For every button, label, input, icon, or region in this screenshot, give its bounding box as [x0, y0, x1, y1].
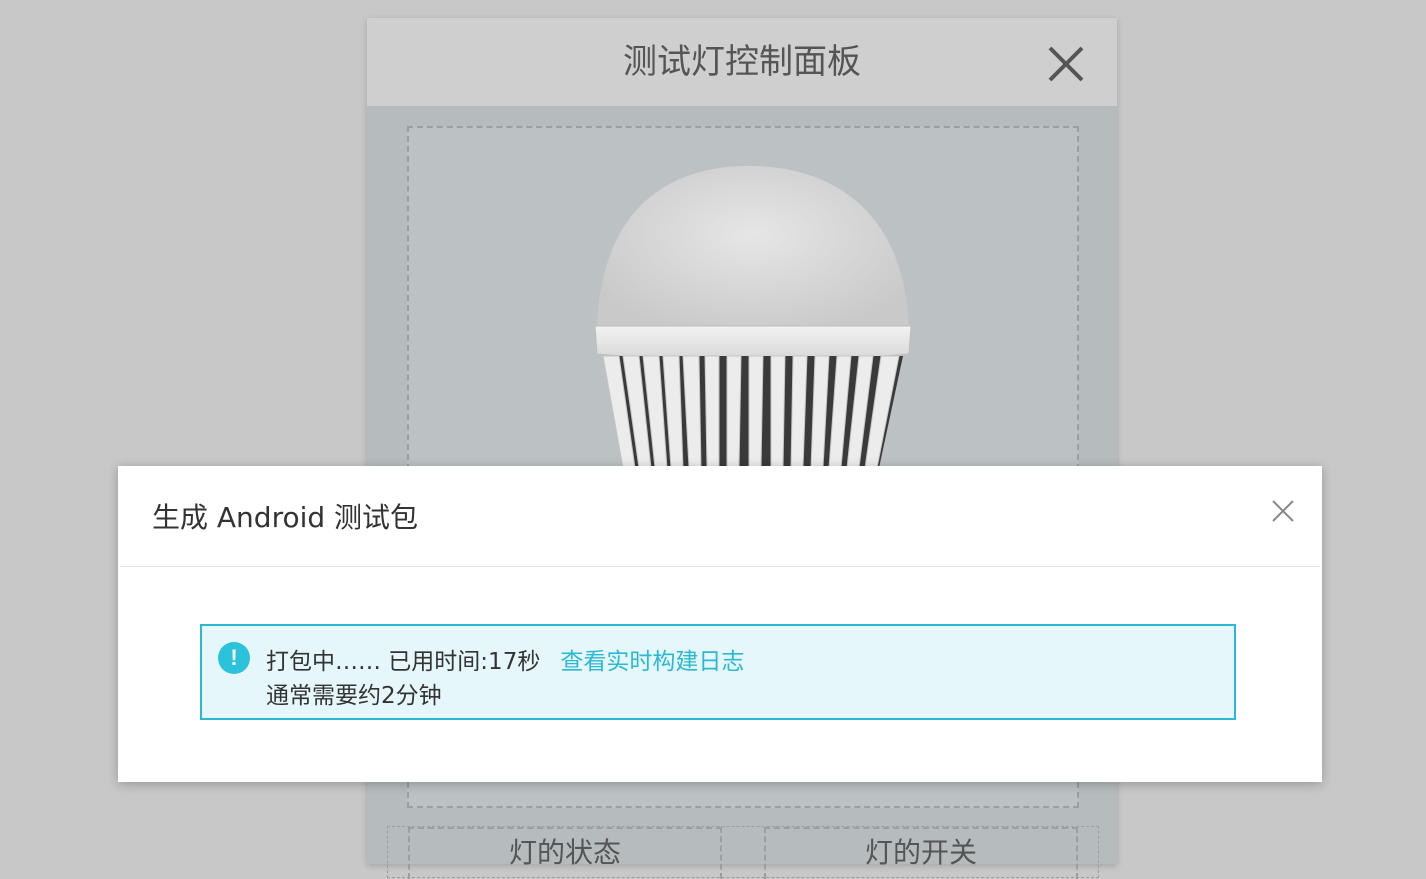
info-exclamation-icon: !	[218, 642, 250, 674]
dialog-close-button[interactable]	[1268, 496, 1298, 526]
build-duration-note: 通常需要约2分钟	[266, 683, 442, 709]
build-dialog: 生成 Android 测试包 ! 打包中…… 已用时间:17秒 查看实时构建日志 …	[118, 466, 1322, 782]
alert-status-line: 打包中…… 已用时间:17秒 查看实时构建日志	[266, 642, 744, 676]
build-status-text: 打包中…… 已用时间:17秒	[266, 649, 541, 675]
light-status-label: 灯的状态	[408, 827, 722, 879]
build-progress-alert: ! 打包中…… 已用时间:17秒 查看实时构建日志 通常需要约2分钟	[200, 624, 1236, 720]
panel-controls-row: 灯的状态 灯的开关	[387, 826, 1099, 879]
panel-header: 测试灯控制面板	[367, 18, 1117, 106]
dialog-divider	[120, 566, 1320, 567]
dialog-title: 生成 Android 测试包	[152, 501, 419, 534]
panel-close-button[interactable]	[1047, 45, 1085, 83]
light-switch-label[interactable]: 灯的开关	[764, 827, 1078, 879]
close-icon	[1048, 46, 1084, 82]
panel-title: 测试灯控制面板	[623, 42, 861, 82]
close-icon	[1272, 500, 1294, 522]
view-build-log-link[interactable]: 查看实时构建日志	[560, 649, 744, 675]
